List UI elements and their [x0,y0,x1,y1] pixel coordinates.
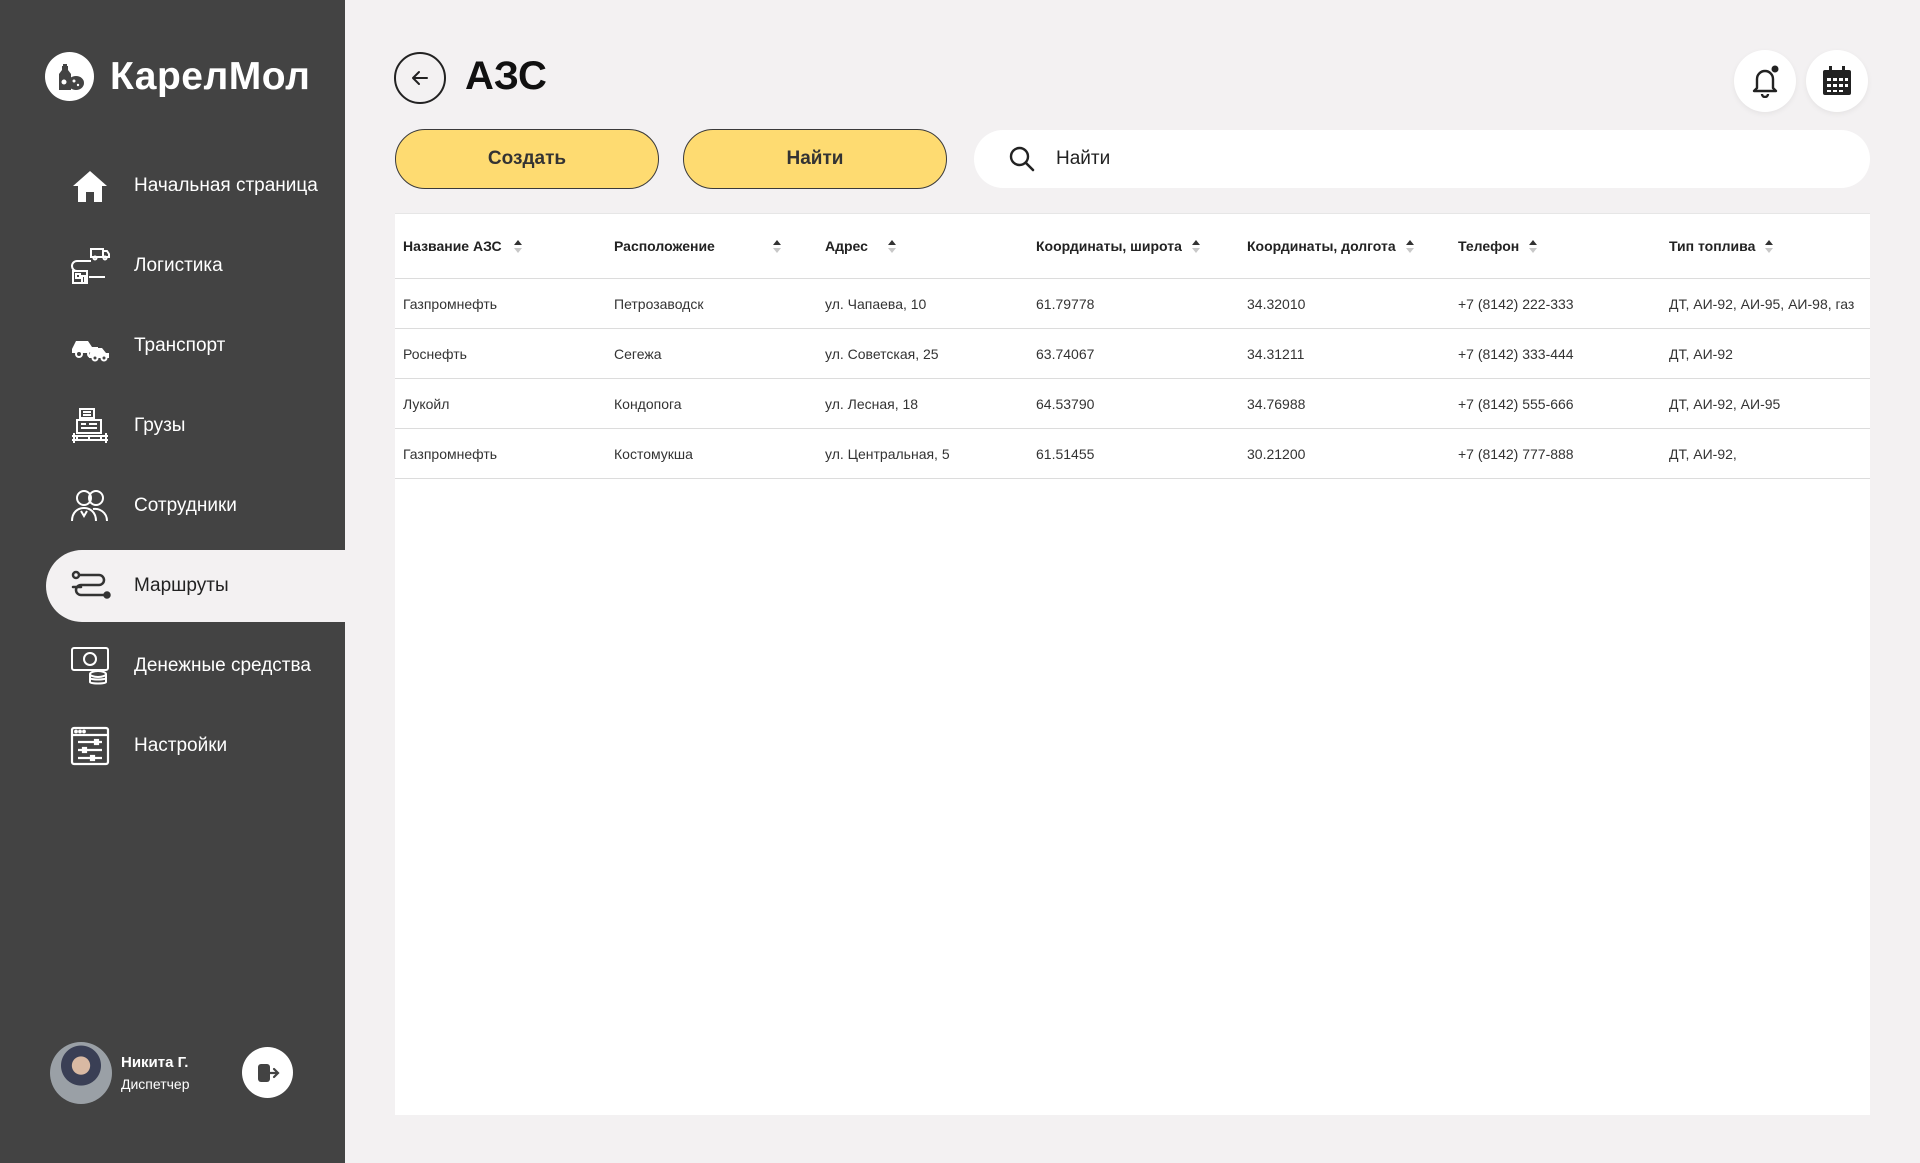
cell-fuel-type: ДТ, АИ-92 [1661,328,1870,379]
sidebar-item-label: Транспорт [134,335,226,356]
cell-phone: +7 (8142) 333-444 [1450,328,1661,379]
cell-name: Газпромнефть [395,428,606,479]
arrow-left-icon [412,71,428,85]
cell-location: Кондопога [606,378,817,429]
logistics-icon [68,244,112,288]
sidebar-item-routes[interactable]: Маршруты [46,550,345,622]
money-icon [68,644,112,688]
cell-name: Роснефть [395,328,606,379]
cell-longitude: 34.32010 [1239,278,1450,329]
table-row[interactable]: Роснефть Сегежа ул. Советская, 25 63.740… [395,328,1870,379]
column-header-name[interactable]: Название АЗС [395,213,606,279]
cell-location: Сегежа [606,328,817,379]
sort-icon[interactable] [513,240,522,254]
cell-latitude: 63.74067 [1028,328,1239,379]
cell-address: ул. Центральная, 5 [817,428,1028,479]
sort-icon[interactable] [1765,240,1774,254]
cell-name: Газпромнефть [395,278,606,329]
sidebar-item-cargo[interactable]: Грузы [46,390,345,462]
cell-fuel-type: ДТ, АИ-92, [1661,428,1870,479]
table-row[interactable]: Газпромнефть Петрозаводск ул. Чапаева, 1… [395,278,1870,329]
create-button[interactable]: Создать [395,129,659,189]
user-profile[interactable]: Никита Г. Диспетчер [50,1042,189,1104]
cell-location: Петрозаводск [606,278,817,329]
search-input[interactable] [1056,148,1836,170]
sidebar-item-logistics[interactable]: Логистика [46,230,345,302]
gas-stations-table: Название АЗС Расположение Адрес Координа… [395,213,1870,1115]
table-row[interactable]: Лукойл Кондопога ул. Лесная, 18 64.53790… [395,378,1870,429]
find-button[interactable]: Найти [683,129,947,189]
table-header-row: Название АЗС Расположение Адрес Координа… [395,213,1870,279]
avatar [50,1042,112,1104]
transport-icon [68,324,112,368]
sort-icon[interactable] [1191,240,1200,254]
cell-longitude: 34.76988 [1239,378,1450,429]
sidebar-item-money[interactable]: Денежные средства [46,630,345,702]
calendar-icon [1823,66,1851,95]
settings-icon [68,724,112,768]
sidebar-item-label: Настройки [134,735,228,756]
sidebar-item-label: Сотрудники [134,495,237,516]
cell-address: ул. Чапаева, 10 [817,278,1028,329]
sort-icon[interactable] [887,240,896,254]
column-header-latitude[interactable]: Координаты, широта [1028,213,1239,279]
search-bar [974,130,1870,188]
sidebar-item-transport[interactable]: Транспорт [46,310,345,382]
cell-latitude: 61.51455 [1028,428,1239,479]
sidebar-item-label: Маршруты [134,575,229,596]
user-name: Никита Г. [121,1054,189,1071]
cell-fuel-type: ДТ, АИ-92, АИ-95 [1661,378,1870,429]
user-role: Диспетчер [121,1076,190,1092]
cell-phone: +7 (8142) 555-666 [1450,378,1661,429]
cell-location: Костомукша [606,428,817,479]
cell-phone: +7 (8142) 222-333 [1450,278,1661,329]
cell-longitude: 34.31211 [1239,328,1450,379]
home-icon [68,164,112,208]
milk-bottle-icon [45,52,94,101]
cell-name: Лукойл [395,378,606,429]
sidebar-item-label: Денежные средства [134,655,311,676]
employees-icon [68,484,112,528]
cargo-icon [68,404,112,448]
sidebar-item-home[interactable]: Начальная страница [46,150,345,222]
cell-fuel-type: ДТ, АИ-92, АИ-95, АИ-98, газ [1661,278,1870,329]
cell-latitude: 61.79778 [1028,278,1239,329]
sidebar-item-label: Логистика [134,255,223,276]
app-name: КарелМол [110,54,311,98]
sidebar-item-settings[interactable]: Настройки [46,710,345,782]
calendar-button[interactable] [1806,50,1868,112]
column-header-phone[interactable]: Телефон [1450,213,1661,279]
logout-icon [257,1063,280,1082]
column-header-fuel-type[interactable]: Тип топлива [1661,213,1870,279]
cell-phone: +7 (8142) 777-888 [1450,428,1661,479]
notifications-button[interactable] [1734,50,1796,112]
sidebar-item-employees[interactable]: Сотрудники [46,470,345,542]
search-icon [1009,146,1035,172]
column-header-address[interactable]: Адрес [817,213,1028,279]
column-header-longitude[interactable]: Координаты, долгота [1239,213,1450,279]
cell-address: ул. Лесная, 18 [817,378,1028,429]
column-header-location[interactable]: Расположение [606,213,817,279]
sidebar: КарелМол Начальная страница Логистика Тр… [0,0,345,1163]
sidebar-item-label: Начальная страница [134,175,318,196]
bell-icon [1752,65,1779,98]
sidebar-nav: Начальная страница Логистика Транспорт Г… [46,150,345,790]
logout-button[interactable] [242,1047,293,1098]
logo[interactable]: КарелМол [45,52,310,101]
sidebar-item-label: Грузы [134,415,186,436]
table-row[interactable]: Газпромнефть Костомукша ул. Центральная,… [395,428,1870,479]
page-title: АЗС [465,54,547,98]
back-button[interactable] [394,52,446,104]
cell-longitude: 30.21200 [1239,428,1450,479]
routes-icon [68,564,112,608]
cell-latitude: 64.53790 [1028,378,1239,429]
sort-icon[interactable] [772,240,781,254]
sort-icon[interactable] [1405,240,1414,254]
cell-address: ул. Советская, 25 [817,328,1028,379]
sort-icon[interactable] [1529,240,1538,254]
